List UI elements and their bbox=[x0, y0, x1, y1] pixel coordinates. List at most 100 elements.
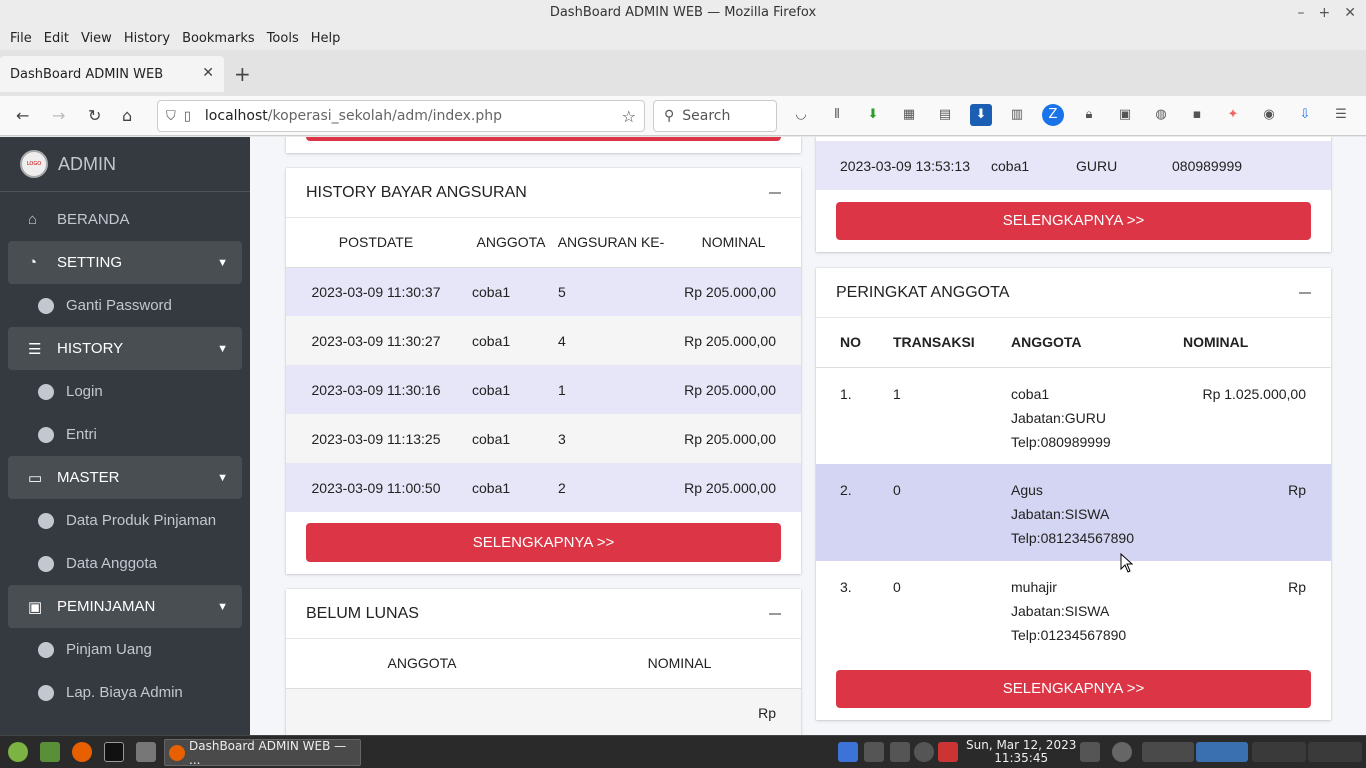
firefox-launcher-icon[interactable] bbox=[72, 742, 92, 762]
desktop-icon[interactable] bbox=[40, 742, 60, 762]
belum-lunas-table: ANGGOTA NOMINAL Rp bbox=[286, 639, 801, 735]
collapse-icon[interactable] bbox=[769, 613, 781, 615]
member-jabatan: Jabatan:SISWA bbox=[1011, 506, 1110, 522]
column-header: TRANSAKSI bbox=[893, 318, 1011, 368]
battery-icon[interactable] bbox=[1080, 742, 1100, 762]
sidebar-item-history[interactable]: ☰ HISTORY ▼ bbox=[8, 327, 242, 370]
menu-bar: File Edit View History Bookmarks Tools H… bbox=[0, 26, 1366, 50]
minimize-icon[interactable]: – bbox=[1298, 0, 1305, 26]
forward-icon[interactable]: → bbox=[52, 106, 65, 125]
tray-icon[interactable] bbox=[1112, 742, 1132, 762]
table-cell: Rp 205.000,00 bbox=[666, 414, 801, 463]
table-cell: coba1 bbox=[466, 365, 556, 414]
column-header: NOMINAL bbox=[666, 218, 801, 268]
close-window-icon[interactable]: ✕ bbox=[1344, 0, 1356, 26]
menu-tools[interactable]: Tools bbox=[261, 31, 305, 46]
shield-icon[interactable]: ⛉ bbox=[166, 109, 176, 124]
sidebar-item-setting[interactable]: ◔ SETTING ▼ bbox=[8, 241, 242, 284]
table-cell: Rp 1.025.000,00 bbox=[1202, 385, 1306, 402]
search-input[interactable]: ⚲ Search bbox=[653, 100, 777, 132]
sidebar-item-data-anggota[interactable]: Data Anggota bbox=[0, 542, 250, 585]
network-icon[interactable] bbox=[864, 742, 884, 762]
pocket-icon[interactable]: ◡ bbox=[790, 104, 812, 126]
sidebar-item-ganti-password[interactable]: Ganti Password bbox=[0, 284, 250, 327]
reload-icon[interactable]: ↻ bbox=[88, 106, 101, 125]
more-button-partial[interactable] bbox=[306, 137, 781, 141]
sidebar-item-peminjaman[interactable]: ▣ PEMINJAMAN ▼ bbox=[8, 585, 242, 628]
tab-dashboard[interactable]: DashBoard ADMIN WEB ✕ bbox=[0, 56, 224, 92]
maximize-icon[interactable]: + bbox=[1319, 0, 1331, 26]
table-cell: 1 bbox=[893, 385, 901, 402]
sidebar-item-lap-biaya-admin[interactable]: Lap. Biaya Admin bbox=[0, 671, 250, 714]
bookmark-star-icon[interactable]: ☆ bbox=[622, 107, 636, 126]
new-tab-icon[interactable]: + bbox=[234, 62, 251, 86]
table-cell: 2023-03-09 11:13:25 bbox=[286, 414, 466, 463]
mouse-cursor-icon bbox=[1120, 553, 1134, 573]
volume-icon[interactable] bbox=[890, 742, 910, 762]
workspace-2[interactable] bbox=[1308, 742, 1362, 762]
more-button[interactable]: SELENGKAPNYA >> bbox=[836, 670, 1311, 708]
clock[interactable]: Sun, Mar 12, 2023 11:35:45 bbox=[966, 739, 1076, 765]
home-icon[interactable]: ⌂ bbox=[122, 106, 132, 125]
circle-arrow-icon bbox=[38, 512, 54, 529]
qr-icon[interactable]: ▣ bbox=[1114, 104, 1136, 126]
download-green-icon[interactable]: ⬇ bbox=[862, 104, 884, 126]
column-header: ANGGOTA bbox=[1011, 318, 1183, 368]
page-icon[interactable]: ▯ bbox=[184, 109, 191, 124]
zotero-icon[interactable]: Z bbox=[1042, 104, 1064, 126]
table-cell: 3 bbox=[556, 414, 666, 463]
files-icon[interactable] bbox=[136, 742, 156, 762]
camera-icon[interactable]: ◉ bbox=[1258, 104, 1280, 126]
color-icon[interactable]: ✦ bbox=[1222, 104, 1244, 126]
puzzle-icon[interactable]: ▪ bbox=[1186, 104, 1208, 126]
hamburger-menu-icon[interactable]: ☰ bbox=[1330, 104, 1352, 126]
menu-help[interactable]: Help bbox=[305, 31, 347, 46]
grid-icon[interactable]: ▥ bbox=[1006, 104, 1028, 126]
address-bar[interactable]: ⛉ ▯ localhost/koperasi_sekolah/adm/index… bbox=[157, 100, 645, 132]
workspace-1[interactable] bbox=[1252, 742, 1306, 762]
lock-icon[interactable]: 🔒︎ bbox=[1078, 104, 1100, 126]
globe-icon[interactable]: ◍ bbox=[1150, 104, 1172, 126]
library-icon[interactable]: ⫴ bbox=[826, 104, 848, 126]
table-cell: 4 bbox=[556, 316, 666, 365]
table-cell: Rp bbox=[1183, 464, 1331, 561]
card-header: HISTORY BAYAR ANGSURAN bbox=[286, 168, 801, 218]
sidebar-item-beranda[interactable]: ⌂ BERANDA bbox=[0, 198, 250, 241]
taskbar: DashBoard ADMIN WEB — ... Sun, Mar 12, 2… bbox=[0, 735, 1366, 768]
update-shield-icon[interactable] bbox=[938, 742, 958, 762]
sidebar-item-data-produk-pinjaman[interactable]: Data Produk Pinjaman bbox=[0, 499, 250, 542]
terminal-icon[interactable] bbox=[104, 742, 124, 762]
sidebar-item-master[interactable]: ▭ MASTER ▼ bbox=[8, 456, 242, 499]
back-icon[interactable]: ← bbox=[16, 106, 29, 125]
menu-edit[interactable]: Edit bbox=[38, 31, 75, 46]
more-button[interactable]: SELENGKAPNYA >> bbox=[306, 523, 781, 562]
extension-icon[interactable]: ▦ bbox=[898, 104, 920, 126]
table-cell: 2023-03-09 11:30:37 bbox=[286, 267, 466, 316]
mint-menu-icon[interactable] bbox=[8, 742, 28, 762]
brand[interactable]: LOGO ADMIN bbox=[0, 137, 250, 192]
bluetooth-status-icon[interactable] bbox=[914, 742, 934, 762]
table-cell: 2. bbox=[816, 464, 893, 561]
sidebar-item-login[interactable]: Login bbox=[0, 370, 250, 413]
save-icon[interactable]: ⬇ bbox=[970, 104, 992, 126]
column-header: NOMINAL bbox=[1183, 318, 1331, 368]
collapse-icon[interactable] bbox=[769, 192, 781, 194]
table-cell: Rp 205.000,00 bbox=[666, 316, 801, 365]
menu-history[interactable]: History bbox=[118, 31, 176, 46]
collapse-icon[interactable] bbox=[1299, 292, 1311, 294]
task-firefox-2[interactable] bbox=[1196, 742, 1248, 762]
menu-file[interactable]: File bbox=[4, 31, 38, 46]
reader-icon[interactable]: ▤ bbox=[934, 104, 956, 126]
sidebar-item-entri[interactable]: Entri bbox=[0, 413, 250, 456]
close-tab-icon[interactable]: ✕ bbox=[202, 65, 214, 81]
task-firefox[interactable]: DashBoard ADMIN WEB — ... bbox=[164, 739, 361, 767]
task-files[interactable] bbox=[1142, 742, 1194, 762]
downloads-icon[interactable]: ⇩ bbox=[1294, 104, 1316, 126]
menu-view[interactable]: View bbox=[75, 31, 118, 46]
bluetooth-icon[interactable] bbox=[838, 742, 858, 762]
scrollbar[interactable] bbox=[1354, 137, 1366, 735]
chevron-down-icon: ▼ bbox=[217, 600, 228, 613]
more-button[interactable]: SELENGKAPNYA >> bbox=[836, 202, 1311, 240]
menu-bookmarks[interactable]: Bookmarks bbox=[176, 31, 261, 46]
sidebar-item-pinjam-uang[interactable]: Pinjam Uang bbox=[0, 628, 250, 671]
